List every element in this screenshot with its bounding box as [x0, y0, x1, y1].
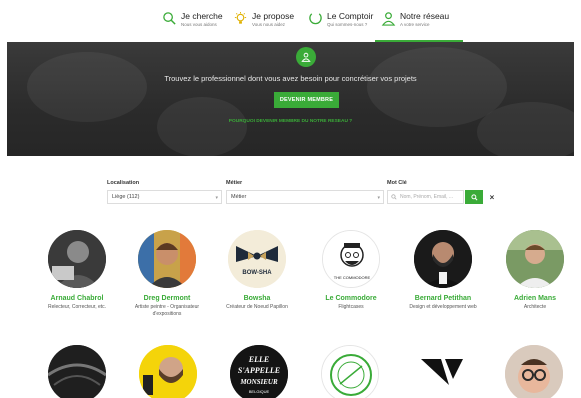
chevron-down-icon: ▾ — [377, 195, 380, 201]
member-avatar: BOW-SHA — [228, 230, 286, 288]
member-avatar[interactable] — [505, 345, 563, 398]
member-avatar[interactable] — [413, 345, 471, 398]
svg-text:S'APPELLE: S'APPELLE — [238, 366, 280, 375]
member-job: Architecte — [523, 304, 547, 310]
member-avatar — [414, 230, 472, 288]
job-select-value: Métier — [231, 194, 247, 200]
hero-tagline: Trouvez le professionnel dont vous avez … — [164, 74, 417, 83]
member-card[interactable]: Bernard Petithan Design et développement… — [398, 230, 488, 311]
svg-text:BOW-SHA: BOW-SHA — [242, 270, 272, 276]
location-select[interactable]: Liège (112) ▾ — [107, 190, 222, 204]
top-navigation: Je cherche Nous vous aidons Je propose Vou… — [0, 0, 581, 42]
member-avatar — [48, 230, 106, 288]
search-icon — [163, 12, 176, 25]
member-avatar[interactable] — [139, 345, 197, 398]
become-member-button[interactable]: DEVENIR MEMBRE — [274, 92, 339, 108]
nav-item-je-propose[interactable]: Je propose Vous nous aidez — [233, 6, 294, 42]
svg-text:BELGIQUE: BELGIQUE — [249, 389, 270, 394]
keyword-input[interactable]: Nom, Prénom, Email, ... — [387, 190, 464, 204]
member-name: Dreg Dermont — [143, 295, 191, 302]
member-job: Artiste peintre - Organisateur d'exposit… — [134, 304, 200, 317]
member-card[interactable]: BOW-SHA Bowsha Créateur de Noeud Papillo… — [212, 230, 302, 311]
why-become-member-link[interactable]: POURQUOI DEVENIR MEMBRE DU NOTRE RESEAU … — [7, 119, 574, 124]
search-icon — [391, 194, 397, 200]
user-badge-icon — [296, 47, 316, 67]
job-label: Métier — [226, 180, 243, 186]
circle-icon — [309, 13, 322, 25]
member-job: Flightcases — [338, 304, 364, 310]
svg-text:ELLE: ELLE — [248, 355, 269, 364]
member-name: Le Commodore — [325, 295, 377, 302]
svg-text:THE COMMODORE: THE COMMODORE — [334, 275, 371, 280]
member-job: Design et développement web — [409, 304, 477, 310]
clear-filters-button[interactable]: × — [485, 190, 499, 204]
chevron-down-icon: ▾ — [215, 195, 218, 201]
lightbulb-icon — [234, 11, 247, 24]
user-icon — [381, 12, 396, 26]
search-icon — [470, 193, 477, 200]
location-label: Localisation — [107, 180, 140, 186]
member-card[interactable]: Arnaud Chabrol Relecteur, Correcteur, et… — [32, 230, 122, 311]
member-avatar[interactable]: ELLE S'APPELLE MONSIEUR BELGIQUE — [230, 345, 288, 398]
member-avatar — [506, 230, 564, 288]
member-job: Relecteur, Correcteur, etc. — [47, 304, 107, 310]
keyword-placeholder: Nom, Prénom, Email, ... — [400, 194, 454, 200]
svg-text:MONSIEUR: MONSIEUR — [239, 378, 278, 386]
member-avatar[interactable] — [48, 345, 106, 398]
member-name: Arnaud Chabrol — [50, 295, 104, 302]
member-name: Adrien Mans — [513, 295, 556, 302]
member-card[interactable]: Adrien Mans Architecte — [490, 230, 580, 311]
nav-item-le-comptoir[interactable]: Le Comptoir Qui sommes-nous ? — [308, 6, 373, 42]
member-card[interactable]: Dreg Dermont Artiste peintre - Organisat… — [122, 230, 212, 318]
search-button[interactable] — [465, 190, 483, 204]
member-card[interactable]: THE COMMODORE Le Commodore Flightcases — [306, 230, 396, 311]
member-avatar — [138, 230, 196, 288]
member-name: Bowsha — [243, 295, 271, 302]
member-avatar[interactable] — [321, 345, 379, 398]
nav-item-je-cherche[interactable]: Je cherche Nous vous aidons — [162, 6, 223, 42]
member-job: Créateur de Noeud Papillon — [226, 304, 288, 310]
job-select[interactable]: Métier ▾ — [226, 190, 384, 204]
hero-banner: Trouvez le professionnel dont vous avez … — [7, 42, 574, 156]
member-avatar: THE COMMODORE — [322, 230, 380, 288]
keyword-label: Mot Clé — [387, 180, 407, 186]
location-select-value: Liège (112) — [112, 194, 140, 200]
member-name: Bernard Petithan — [414, 295, 472, 302]
nav-item-notre-reseau[interactable]: Notre réseau A votre service — [374, 6, 464, 42]
